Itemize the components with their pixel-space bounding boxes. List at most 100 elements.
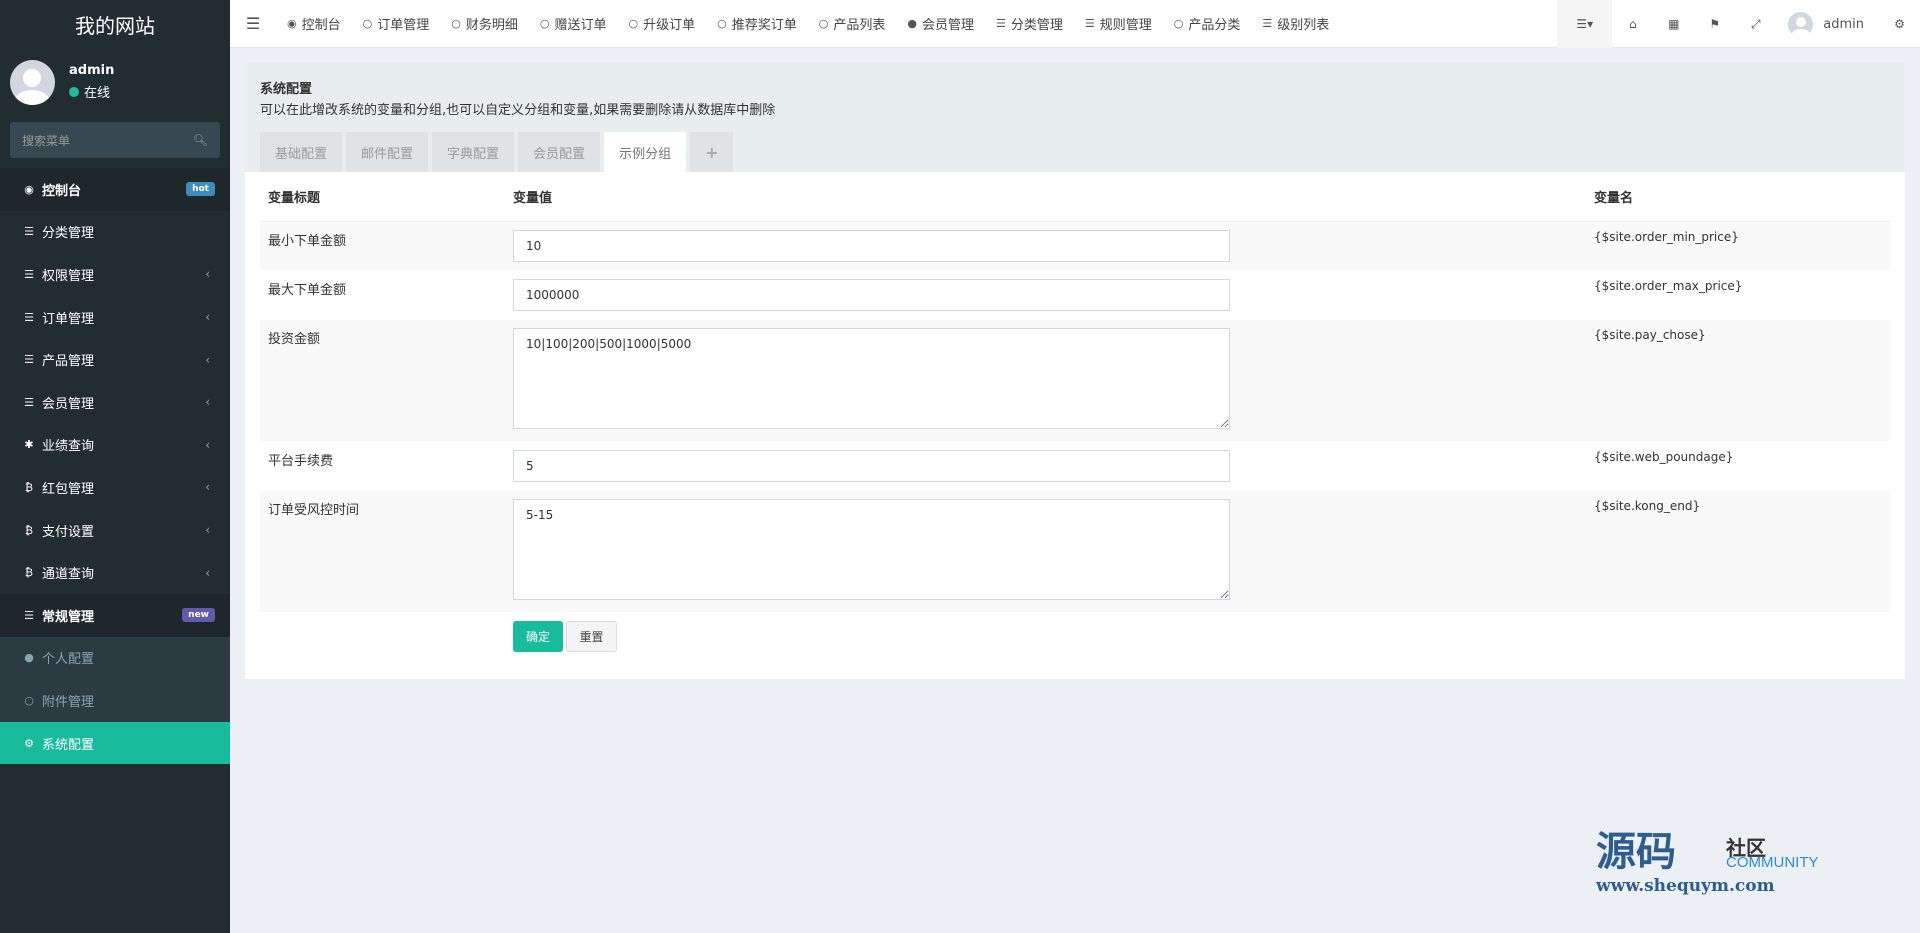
list-icon: ☰ xyxy=(1084,17,1095,30)
topnav-item-rules[interactable]: ☰ 规则管理 xyxy=(1074,0,1163,48)
sidebar-item-label: 个人配置 xyxy=(42,652,95,668)
sidebar-search[interactable]: 搜索菜单 🔍︎ xyxy=(10,122,220,158)
tab-member[interactable]: 会员配置 xyxy=(518,132,601,172)
chevron-left-icon: ‹ xyxy=(205,565,210,580)
sidebar-item-products[interactable]: ☰ 产品管理 ‹ xyxy=(0,338,230,381)
config-table: 变量标题 变量值 变量名 最小下单金额 10 {$site.order_min_… xyxy=(260,172,1890,660)
search-input[interactable]: 搜索菜单 xyxy=(22,132,70,149)
sidebar-item-channel[interactable]: ₿ 通道查询 ‹ xyxy=(0,551,230,594)
sidebar-subitem-attachment[interactable]: ○ 附件管理 xyxy=(0,679,230,722)
sidebar-item-label: 常规管理 xyxy=(42,609,95,625)
sidebar-item-label: 会员管理 xyxy=(42,396,95,412)
dashboard-icon: ◉ xyxy=(24,182,34,196)
topnav-item-orders[interactable]: ○ 订单管理 xyxy=(352,0,441,48)
avatar xyxy=(1788,11,1814,37)
sidebar-item-general[interactable]: ☰ 常规管理 new xyxy=(0,593,230,637)
topbar-right: ☰▾ ⌂ ▦ ⚑ ⤢ admin ⚙ xyxy=(1557,0,1920,48)
home-button[interactable]: ⌂ xyxy=(1612,0,1653,48)
list-icon: ☰ xyxy=(24,310,34,324)
circle-icon: ○ xyxy=(24,693,34,707)
table-row: 投资金额 10|100|200|500|1000|5000 {$site.pay… xyxy=(260,320,1890,442)
platform-fee-input[interactable]: 5 xyxy=(513,450,1230,482)
clear-cache-button[interactable]: ▦ xyxy=(1653,0,1694,48)
sidebar-subitem-config[interactable]: ⚙ 系统配置 xyxy=(0,721,230,765)
list-icon: ☰▾ xyxy=(1576,17,1594,31)
topnav-item-levels[interactable]: ☰ 级别列表 xyxy=(1251,0,1340,48)
trash-icon: ▦ xyxy=(1668,17,1680,31)
investment-amount-textarea[interactable]: 10|100|200|500|1000|5000 xyxy=(513,328,1230,429)
tab-example[interactable]: 示例分组 xyxy=(604,132,687,172)
online-dot-icon xyxy=(69,86,79,97)
sidebar-menu: ◉ 控制台 hot ☰ 分类管理 ☰ 权限管理 ‹ ☰ 订单管理 ‹ ☰ 产品管… xyxy=(0,168,230,765)
sidebar-subitem-profile[interactable]: ● 个人配置 xyxy=(0,636,230,680)
new-badge: new xyxy=(182,608,215,623)
tab-email[interactable]: 邮件配置 xyxy=(346,132,429,172)
page-title: 系统配置 xyxy=(260,82,313,97)
topnav-item-product-category[interactable]: ○ 产品分类 xyxy=(1163,0,1252,48)
sidebar-item-performance[interactable]: ✱ 业绩查询 ‹ xyxy=(0,424,230,467)
topnav-label: 分类管理 xyxy=(1010,18,1063,33)
sidebar-item-category[interactable]: ☰ 分类管理 xyxy=(0,211,230,254)
user-status: 在线 xyxy=(69,82,114,101)
nav-dropdown-button[interactable]: ☰▾ xyxy=(1557,0,1613,48)
column-header-name: 变量名 xyxy=(1594,191,1634,206)
user-menu[interactable]: admin xyxy=(1776,0,1879,48)
column-header-value: 变量值 xyxy=(513,191,553,206)
topnav-label: 控制台 xyxy=(301,18,341,33)
circle-icon: ○ xyxy=(1173,17,1184,30)
circle-icon: ○ xyxy=(717,17,727,30)
add-tab-button[interactable]: + xyxy=(690,132,734,172)
topnav-label: 规则管理 xyxy=(1099,18,1152,33)
page-description: 可以在此增改系统的变量和分组,也可以自定义分组和变量,如果需要删除请从数据库中删… xyxy=(260,103,776,118)
table-row: 最小下单金额 10 {$site.order_min_price} xyxy=(260,222,1890,271)
search-icon[interactable]: 🔍︎ xyxy=(193,133,208,147)
topnav-label: 升级订单 xyxy=(643,18,696,33)
sidebar-item-orders[interactable]: ☰ 订单管理 ‹ xyxy=(0,296,230,339)
topnav-item-upgrade-orders[interactable]: ○ 升级订单 xyxy=(618,0,707,48)
settings-button[interactable]: ⚙ xyxy=(1879,0,1920,48)
avatar xyxy=(10,59,55,105)
max-order-amount-input[interactable]: 1000000 xyxy=(513,279,1230,311)
sidebar-item-auth[interactable]: ☰ 权限管理 ‹ xyxy=(0,253,230,296)
topbar: ☰ ◉ 控制台 ○ 订单管理 ○ 财务明细 ○ 赠送订单 ○ 升级订单 ○ 推荐奖订单 ○ 产… xyxy=(230,0,1920,48)
row-title: 投资金额 xyxy=(268,332,321,347)
sidebar-item-label: 附件管理 xyxy=(42,694,95,710)
menu-toggle-icon[interactable]: ☰ xyxy=(230,14,276,33)
user-name: admin xyxy=(69,63,115,78)
sidebar-item-payment[interactable]: ₿ 支付设置 ‹ xyxy=(0,509,230,552)
bitcoin-icon: ₿ xyxy=(24,480,34,494)
topnav-label: 订单管理 xyxy=(377,18,430,33)
confirm-button[interactable]: 确定 xyxy=(513,621,563,652)
min-order-amount-input[interactable]: 10 xyxy=(513,230,1230,262)
bitcoin-icon: ₿ xyxy=(24,566,34,580)
risk-control-time-textarea[interactable]: 5-15 xyxy=(513,499,1230,600)
table-row: 最大下单金额 1000000 {$site.order_max_price} xyxy=(260,271,1890,320)
chevron-left-icon: ‹ xyxy=(205,395,210,410)
reset-button[interactable]: 重置 xyxy=(566,621,617,652)
topnav-label: 会员管理 xyxy=(921,18,974,33)
topnav-item-finance[interactable]: ○ 财务明细 xyxy=(440,0,529,48)
topnav-item-category[interactable]: ☰ 分类管理 xyxy=(985,0,1074,48)
user-icon: ● xyxy=(24,651,34,665)
sidebar-item-members[interactable]: ☰ 会员管理 ‹ xyxy=(0,381,230,424)
bitcoin-icon: ₿ xyxy=(24,523,34,537)
fullscreen-button[interactable]: ⤢ xyxy=(1735,0,1776,48)
panel-header: 系统配置 可以在此增改系统的变量和分组,也可以自定义分组和变量,如果需要删除请从… xyxy=(245,63,1905,172)
sidebar-item-redpacket[interactable]: ₿ 红包管理 ‹ xyxy=(0,466,230,509)
topnav-item-dashboard[interactable]: ◉ 控制台 xyxy=(276,0,352,48)
topnav-item-products[interactable]: ○ 产品列表 xyxy=(808,0,897,48)
chevron-left-icon: ‹ xyxy=(205,352,210,367)
config-panel: 系统配置 可以在此增改系统的变量和分组,也可以自定义分组和变量,如果需要删除请从… xyxy=(245,63,1905,679)
topnav-label: 产品分类 xyxy=(1188,18,1241,33)
topnav-item-members[interactable]: ● 会员管理 xyxy=(896,0,985,48)
topnav-item-gift-orders[interactable]: ○ 赠送订单 xyxy=(529,0,618,48)
sidebar-item-dashboard[interactable]: ◉ 控制台 hot xyxy=(0,168,230,211)
row-variable-name: {$site.web_poundage} xyxy=(1594,450,1734,464)
table-row: 平台手续费 5 {$site.web_poundage} xyxy=(260,442,1890,491)
site-logo[interactable]: 我的网站 xyxy=(0,0,230,48)
tab-basic[interactable]: 基础配置 xyxy=(260,132,343,172)
tab-dictionary[interactable]: 字典配置 xyxy=(432,132,515,172)
circle-icon: ○ xyxy=(628,17,639,30)
language-button[interactable]: ⚑ xyxy=(1694,0,1735,48)
topnav-item-referral-orders[interactable]: ○ 推荐奖订单 xyxy=(706,0,808,48)
